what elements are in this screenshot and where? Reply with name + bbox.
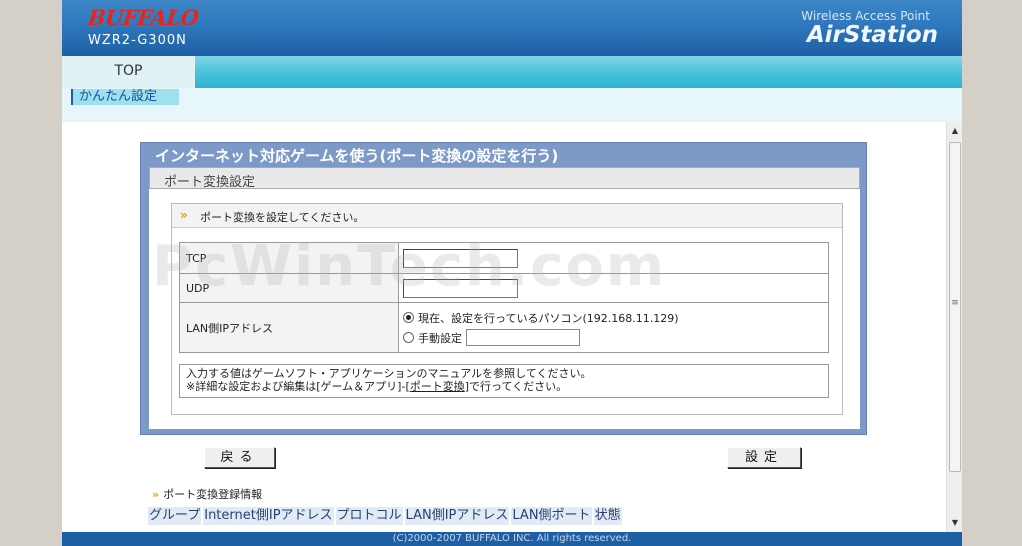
scroll-up-icon[interactable]: ▲ xyxy=(947,122,962,140)
registration-title: » ポート変換登録情報 xyxy=(152,486,262,502)
port-forward-link[interactable]: ポート変換 xyxy=(410,380,465,393)
content-area: インターネット対応ゲームを使う(ポート変換の設定を行う) ポート変換設定 » ポ… xyxy=(62,122,946,532)
manual-ip-input[interactable] xyxy=(466,329,580,346)
intro-bar: » ポート変換を設定してください。 xyxy=(172,204,842,228)
registration-table-header: グループ Internet側IPアドレス プロトコル LAN側IPアドレス LA… xyxy=(148,507,622,525)
subtab-easy-setup[interactable]: かんたん設定 xyxy=(71,89,179,105)
col-internet-ip: Internet側IPアドレス xyxy=(203,507,334,525)
radio-current-pc[interactable] xyxy=(403,312,414,323)
footer-copyright: (C)2000-2007 BUFFALO INC. All rights res… xyxy=(62,532,962,546)
col-status: 状態 xyxy=(593,507,622,525)
notes-box: 入力する値はゲームソフト・アプリケーションのマニュアルを参照してください。 ※詳… xyxy=(179,364,829,398)
product-line: Wireless Access Point xyxy=(801,9,930,23)
registration-title-text: ポート変換登録情報 xyxy=(163,488,263,501)
udp-label: UDP xyxy=(179,273,399,303)
double-arrow-icon: » xyxy=(152,488,160,501)
tcp-label: TCP xyxy=(179,242,399,274)
radio-manual-row[interactable]: 手動設定 xyxy=(403,328,828,348)
radio-manual-label: 手動設定 xyxy=(418,331,462,345)
submit-button[interactable]: 設定 xyxy=(727,447,801,468)
model-name: WZR2-G300N xyxy=(88,33,187,48)
section-header: ポート変換設定 xyxy=(149,167,860,190)
col-lan-ip: LAN側IPアドレス xyxy=(404,507,510,525)
router-admin-page: BUFFALO WZR2-G300N Wireless Access Point… xyxy=(62,0,962,546)
udp-port-input[interactable] xyxy=(403,278,518,298)
scroll-down-icon[interactable]: ▼ xyxy=(947,514,962,532)
tab-top[interactable]: TOP xyxy=(62,56,195,88)
port-form-table: TCP UDP LAN側IPアドレス 現在、設定を行っているパソコン(192.1… xyxy=(179,242,829,353)
col-group: グループ xyxy=(148,507,202,525)
grip-icon: ≡ xyxy=(951,298,959,308)
port-forward-panel: インターネット対応ゲームを使う(ポート変換の設定を行う) ポート変換設定 » ポ… xyxy=(140,142,867,435)
airstation-logo: AirStation xyxy=(806,22,938,48)
scrollbar-thumb[interactable]: ≡ xyxy=(949,142,961,472)
double-arrow-icon: » xyxy=(180,208,188,222)
tcp-port-input[interactable] xyxy=(403,248,518,268)
back-button[interactable]: 戻る xyxy=(204,447,275,468)
vertical-scrollbar[interactable]: ▲ ≡ ▼ xyxy=(946,122,962,532)
buffalo-logo: BUFFALO xyxy=(86,5,200,30)
col-protocol: プロトコル xyxy=(335,507,403,525)
tab-bar: TOP xyxy=(62,56,962,88)
note-suffix: ]で行ってください。 xyxy=(464,380,568,393)
radio-current-pc-row[interactable]: 現在、設定を行っているパソコン(192.168.11.129) xyxy=(403,308,828,328)
intro-text: ポート変換を設定してください。 xyxy=(200,211,365,224)
radio-current-pc-label: 現在、設定を行っているパソコン(192.168.11.129) xyxy=(418,311,679,325)
section-title: ポート変換設定 xyxy=(164,175,256,190)
note-line-2: ※詳細な設定および編集は[ゲーム＆アプリ]-[ポート変換]で行ってください。 xyxy=(186,380,822,393)
panel-body: » ポート変換を設定してください。 TCP UDP LAN側IPアドレス 現在、… xyxy=(149,189,860,429)
col-lan-port: LAN側ポート xyxy=(511,507,592,525)
lan-ip-label: LAN側IPアドレス xyxy=(179,302,399,353)
form-box: » ポート変換を設定してください。 TCP UDP LAN側IPアドレス 現在、… xyxy=(171,203,843,415)
panel-title: インターネット対応ゲームを使う(ポート変換の設定を行う) xyxy=(155,147,559,165)
sub-navigation: かんたん設定 xyxy=(62,88,962,122)
note-prefix: ※詳細な設定および編集は[ゲーム＆アプリ]-[ xyxy=(186,380,410,393)
radio-manual[interactable] xyxy=(403,332,414,343)
header: BUFFALO WZR2-G300N Wireless Access Point… xyxy=(62,0,962,56)
note-line-1: 入力する値はゲームソフト・アプリケーションのマニュアルを参照してください。 xyxy=(186,367,592,380)
